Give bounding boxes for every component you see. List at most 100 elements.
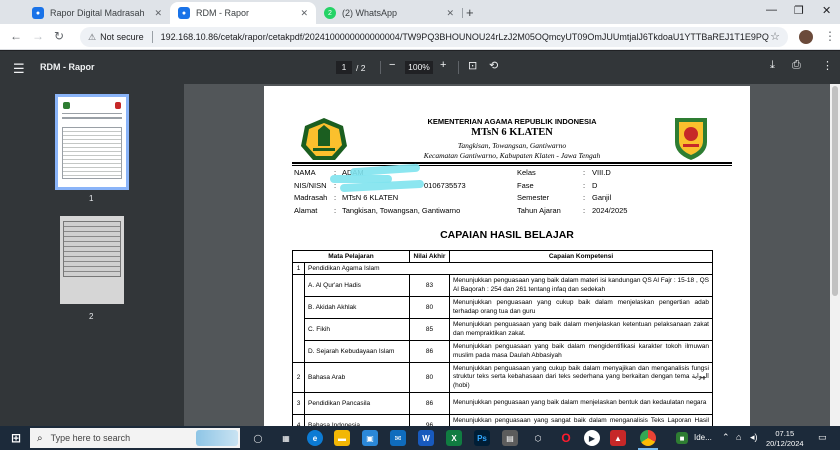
pdf-viewer-area[interactable]: KEMENTERIAN AGAMA REPUBLIK INDONESIA MTs…	[184, 84, 830, 426]
header-rule	[292, 162, 732, 164]
info-value: VIII.D	[592, 168, 611, 177]
page-thumbnail-2[interactable]	[60, 216, 124, 304]
app-icon[interactable]: ▤	[502, 430, 518, 446]
omnibox-divider	[151, 31, 153, 43]
scrollbar-thumb[interactable]	[832, 86, 838, 296]
tab-rapor-digital[interactable]: ● Rapor Digital Madrasah ✕	[24, 2, 170, 24]
competency-cell: Menunjukkan penguasaan yang baik dalam m…	[449, 340, 713, 363]
download-icon[interactable]: ⤓	[770, 59, 775, 72]
score-cell: 80	[409, 296, 450, 319]
profile-avatar[interactable]	[799, 30, 813, 44]
zoom-level-input[interactable]: 100%	[405, 61, 433, 74]
table-row: D. Sejarah Kebudayaan Islam 86 Menunjukk…	[293, 340, 713, 363]
viewer-scrollbar[interactable]	[830, 84, 840, 426]
new-tab-button[interactable]: +	[466, 5, 474, 20]
chrome-icon[interactable]	[640, 430, 656, 446]
header-school-name: MTsN 6 KLATEN	[471, 127, 553, 138]
media-player-icon[interactable]: ▶	[584, 430, 600, 446]
score-cell: 85	[409, 318, 450, 341]
clock-time: 07.15	[775, 429, 795, 438]
zoom-out-icon[interactable]: −	[389, 59, 395, 71]
row-number: 4	[292, 414, 305, 426]
tray-app-label[interactable]: Ide...	[694, 433, 712, 442]
security-label[interactable]: Not secure	[100, 32, 144, 42]
toolbar-divider	[380, 61, 381, 74]
table-row: C. Fikih 85 Menunjukkan penguasaan yang …	[293, 318, 713, 341]
excel-icon[interactable]: X	[446, 430, 462, 446]
madrasah-favicon-icon: ●	[178, 7, 190, 19]
volume-icon[interactable]: ◂)	[750, 432, 758, 443]
back-icon[interactable]: ←	[10, 29, 22, 43]
table-row: A. Al Qur'an Hadis 83 Menunjukkan pengua…	[292, 274, 713, 363]
info-colon: :	[583, 193, 586, 202]
file-explorer-icon[interactable]: ▬	[334, 430, 350, 446]
restore-icon[interactable]: ❐	[794, 4, 804, 17]
thumb-table	[62, 127, 122, 179]
task-view-icon[interactable]: ◯	[250, 430, 266, 446]
whatsapp-icon: 2	[324, 7, 336, 19]
menu-hamburger-icon[interactable]: ☰	[13, 61, 25, 77]
opera-icon[interactable]: O	[558, 430, 574, 446]
mail-icon[interactable]: ✉	[390, 430, 406, 446]
info-label: NAMA	[294, 168, 316, 177]
subject-cell: Bahasa Indonesia	[304, 414, 410, 426]
word-icon[interactable]: W	[418, 430, 434, 446]
table-row: B. Akidah Akhlak 80 Menunjukkan penguasa…	[293, 296, 713, 319]
chevron-up-icon[interactable]: ⌃	[722, 432, 730, 443]
row-number: 2	[292, 362, 305, 393]
cube-app-icon[interactable]: ⬡	[530, 430, 546, 446]
tab-title: RDM - Rapor	[196, 8, 250, 18]
print-icon[interactable]: ⎙	[792, 59, 801, 72]
kemenag-logo-icon	[301, 118, 347, 160]
thumb-line	[62, 113, 122, 114]
tab-whatsapp[interactable]: 2 (2) WhatsApp ✕	[316, 2, 462, 24]
windows-start-icon[interactable]: ⊞	[8, 430, 24, 446]
table-header-row: Mata Pelajaran Nilai Akhir Capaian Kompe…	[292, 250, 713, 263]
more-options-icon[interactable]: ⋮	[822, 59, 833, 72]
info-value: 2024/2025	[592, 206, 628, 215]
photoshop-icon[interactable]: Ps	[474, 430, 490, 446]
madrasah-favicon-icon: ●	[32, 7, 44, 19]
page-thumbnail-1[interactable]	[55, 94, 129, 190]
taskbar-search-box[interactable]: ⌕ Type here to search	[30, 428, 240, 448]
subject-cell: Bahasa Arab	[304, 362, 410, 393]
minimize-icon[interactable]: —	[766, 4, 777, 16]
pdf-document-title: RDM - Rapor	[40, 62, 95, 72]
page-number-input[interactable]: 1	[336, 61, 352, 74]
close-window-icon[interactable]: ✕	[822, 4, 831, 17]
tab-rdm-rapor[interactable]: ● RDM - Rapor ✕	[170, 2, 316, 24]
competency-cell: Menunjukkan penguasaan yang baik dalam m…	[449, 392, 713, 415]
address-bar[interactable]: ⚠ Not secure 192.168.10.86/cetak/rapor/c…	[80, 27, 788, 47]
zoom-in-icon[interactable]: +	[440, 59, 446, 71]
forward-icon[interactable]: →	[32, 29, 44, 43]
fit-to-page-icon[interactable]: ⊡	[468, 59, 477, 72]
reload-icon[interactable]: ↻	[54, 29, 64, 43]
header-ministry: KEMENTERIAN AGAMA REPUBLIK INDONESIA	[427, 117, 597, 126]
header-cell: Nilai Akhir	[409, 250, 450, 263]
url-text[interactable]: 192.168.10.86/cetak/rapor/cetakpdf/20241…	[161, 32, 769, 42]
close-tab-icon[interactable]: ✕	[446, 8, 454, 19]
microsoft-store-icon[interactable]: ▣	[362, 430, 378, 446]
bookmark-star-icon[interactable]: ☆	[770, 30, 780, 43]
header-address-line2: Kecamatan Gantiwarno, Kabupaten Klaten -…	[423, 151, 601, 160]
toolbar-divider	[458, 61, 459, 74]
row-number	[292, 274, 305, 363]
row-number: 1	[292, 262, 305, 275]
edge-icon[interactable]: e	[307, 430, 323, 446]
network-icon[interactable]: ⌂	[736, 432, 741, 442]
not-secure-icon[interactable]: ⚠	[88, 32, 96, 43]
info-value: MTsN 6 KLATEN	[342, 193, 399, 202]
tray-app-icon[interactable]: ■	[676, 432, 688, 444]
clock[interactable]: 07.15 20/12/2024	[766, 429, 804, 449]
page-total: / 2	[356, 63, 366, 73]
header-address-line1: Tangkisan, Towangsan, Gantiwarno	[457, 141, 567, 150]
pdf-app-icon[interactable]: ▲	[610, 430, 626, 446]
rotate-icon[interactable]: ⟲	[489, 59, 498, 72]
notification-icon[interactable]: ▭	[818, 432, 827, 443]
close-tab-icon[interactable]: ✕	[154, 8, 162, 19]
close-tab-icon[interactable]: ✕	[300, 8, 308, 19]
menu-kebab-icon[interactable]: ⋮	[824, 29, 836, 43]
widgets-icon[interactable]: ▦	[278, 430, 294, 446]
info-colon: :	[334, 193, 337, 202]
thumbnail-page-number: 1	[89, 194, 94, 203]
